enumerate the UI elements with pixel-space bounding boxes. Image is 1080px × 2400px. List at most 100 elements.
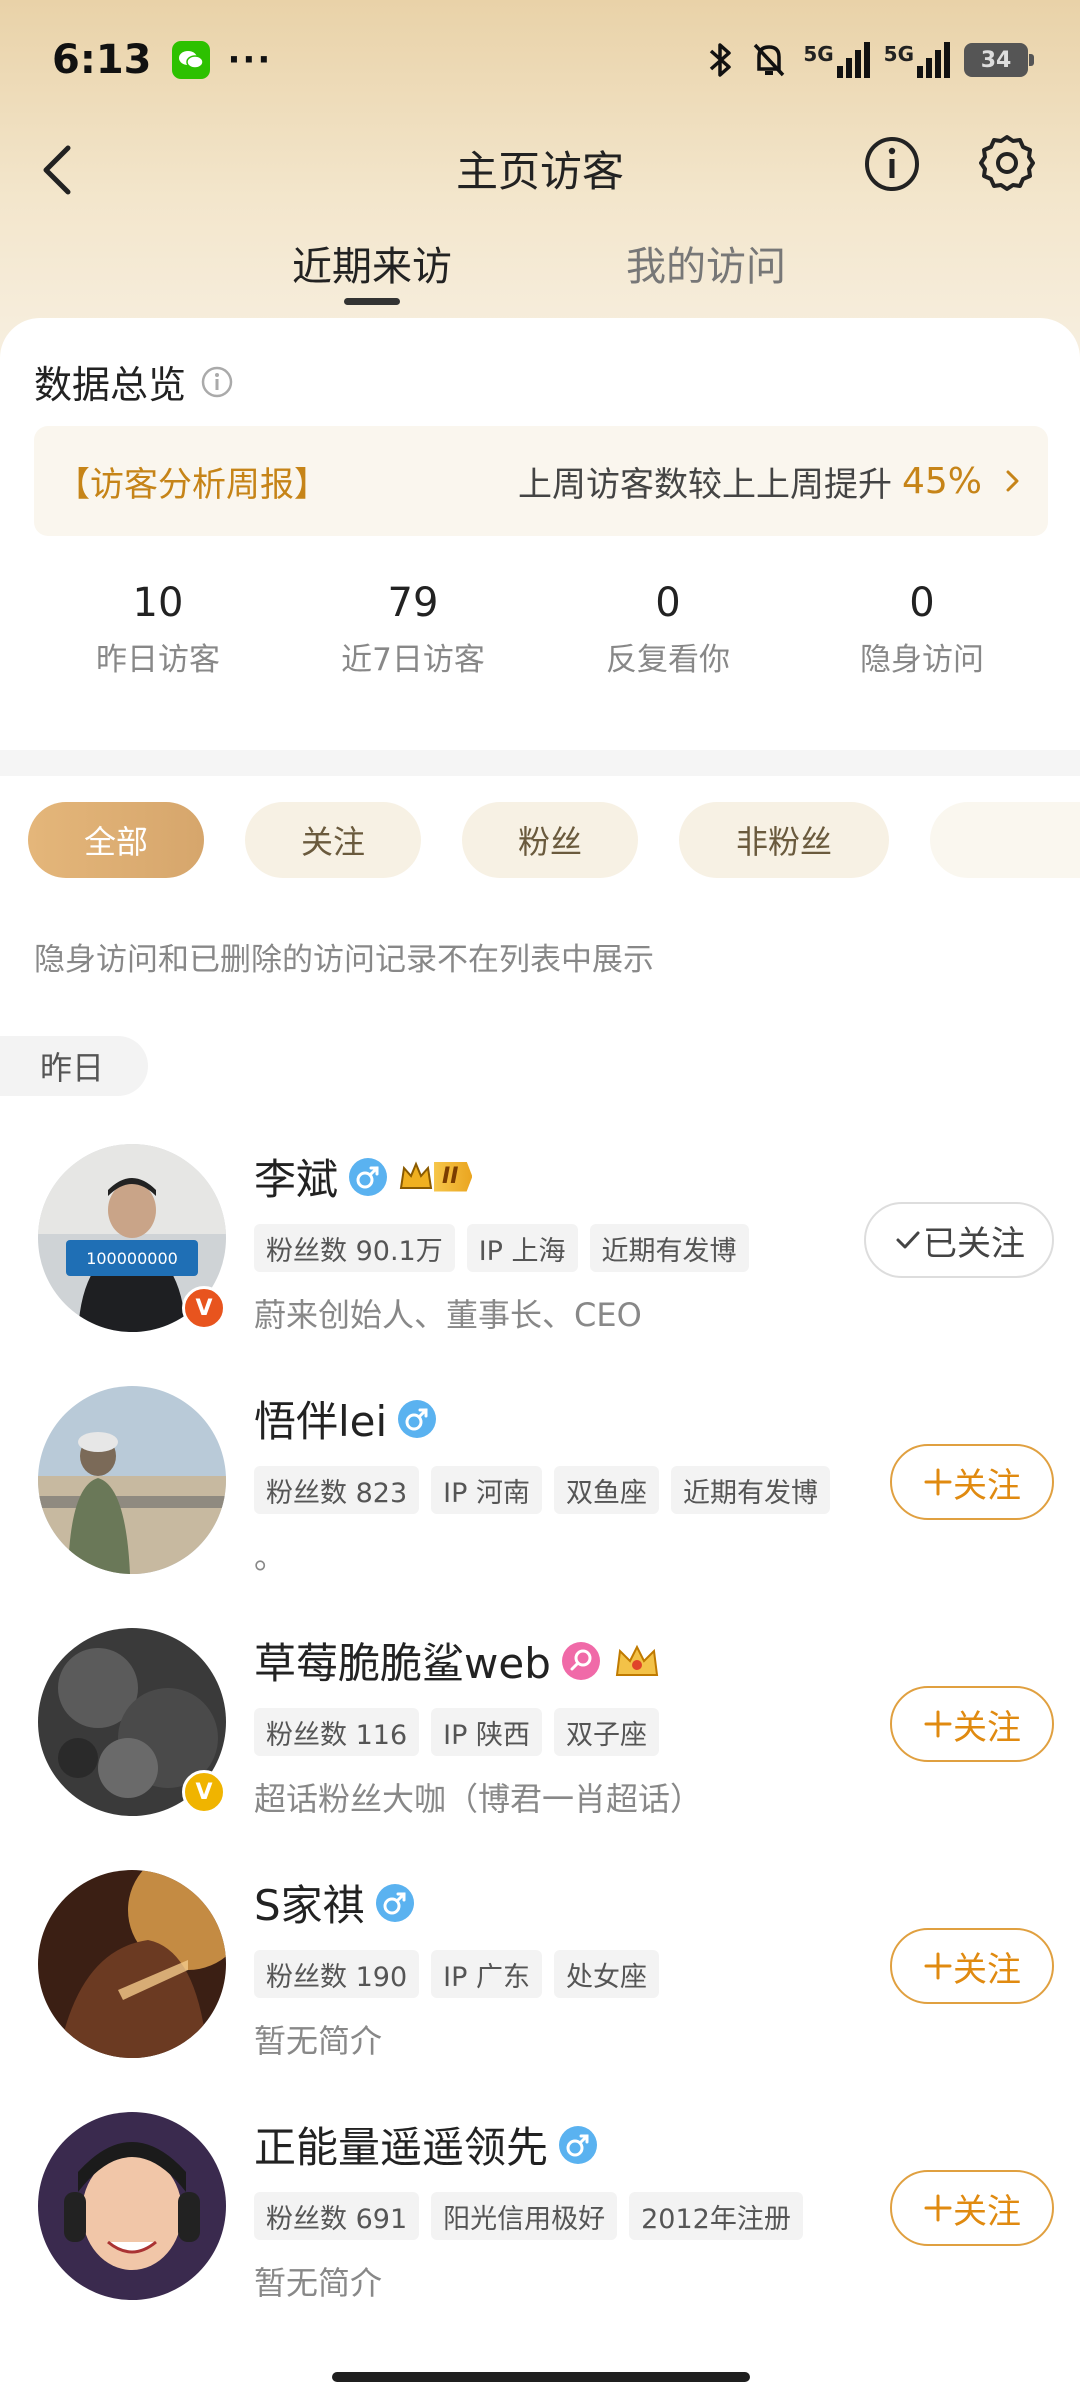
user-tags: 粉丝数 691 阳光信用极好 2012年注册 <box>254 2192 803 2240</box>
gear-icon <box>979 135 1035 191</box>
bluetooth-icon <box>710 43 732 77</box>
avatar[interactable] <box>38 2112 226 2300</box>
filter-following[interactable]: 关注 <box>245 802 421 878</box>
status-time: 6:13 <box>52 37 152 83</box>
list-notice: 隐身访问和已删除的访问记录不在列表中展示 <box>34 942 654 978</box>
user-tag: 粉丝数 823 <box>254 1466 420 1514</box>
user-tag: 处女座 <box>553 1950 659 1998</box>
follow-button[interactable]: 关注 <box>890 1928 1054 2004</box>
weekly-report-text: 上周访客数较上上周提升 <box>517 464 892 505</box>
day-group-label: 昨日 <box>0 1036 148 1096</box>
visitor-row[interactable]: 悟伴lei 粉丝数 823 IP 河南 双鱼座 近期有发博 。 关注 <box>0 1386 1080 1606</box>
user-tag: 阳光信用极好 <box>431 2192 618 2240</box>
filter-fans[interactable]: 粉丝 <box>462 802 638 878</box>
wechat-notification-icon <box>171 41 210 79</box>
user-bio: 暂无简介 <box>254 2264 383 2302</box>
user-name[interactable]: 正能量遥遥领先 <box>254 2114 548 2175</box>
follow-button-label: 关注 <box>953 2191 1021 2232</box>
check-icon <box>896 1231 920 1249</box>
verified-badge-icon: V <box>182 1286 226 1330</box>
user-tag: 粉丝数 190 <box>254 1950 420 1998</box>
female-icon <box>561 1641 600 1680</box>
visitor-row[interactable]: 正能量遥遥领先 粉丝数 691 阳光信用极好 2012年注册 暂无简介 关注 <box>0 2112 1080 2332</box>
stat-repeat-visits[interactable]: 0 反复看你 <box>538 580 798 679</box>
overview-title-text: 数据总览 <box>34 363 187 407</box>
filter-all[interactable]: 全部 <box>28 802 204 878</box>
male-icon <box>375 1883 414 1922</box>
user-name[interactable]: 李斌 <box>254 1146 338 1207</box>
avatar[interactable] <box>38 1870 226 2058</box>
home-indicator[interactable] <box>332 2372 750 2382</box>
crown-icon <box>615 1644 658 1676</box>
visitor-row[interactable]: V 草莓脆脆鲨web 粉丝数 116 IP 陕西 双子座 超话粉丝大咖（博君一肖… <box>0 1628 1080 1848</box>
visitor-row[interactable]: S家祺 粉丝数 190 IP 广东 处女座 暂无简介 关注 <box>0 1870 1080 2090</box>
filter-non-fans[interactable]: 非粉丝 <box>679 802 889 878</box>
user-tags: 粉丝数 116 IP 陕西 双子座 <box>254 1708 659 1756</box>
user-bio: 暂无简介 <box>254 2022 383 2060</box>
name-line: 正能量遥遥领先 <box>254 2114 598 2175</box>
weekly-report-percent: 45% <box>901 460 982 502</box>
info-icon <box>865 137 919 191</box>
member-crown-badge: II <box>398 1160 473 1194</box>
overview-info-icon[interactable] <box>200 365 234 399</box>
follow-button[interactable]: 关注 <box>890 1444 1054 1520</box>
weekly-report-banner[interactable]: 【访客分析周报】 上周访客数较上上周提升 45% <box>34 426 1048 536</box>
male-icon <box>398 1399 437 1438</box>
member-level: II <box>434 1161 473 1192</box>
filter-chips: 全部 关注 粉丝 非粉丝 <box>0 802 1080 882</box>
verified-badge-label: V <box>195 1779 213 1805</box>
visitor-row[interactable]: 100000000 V 李斌 II 粉丝数 90.1万 IP 上海 近期有发博 … <box>0 1144 1080 1364</box>
active-tab-indicator <box>344 298 400 305</box>
info-button[interactable] <box>862 134 922 194</box>
follow-button-label: 关注 <box>953 1949 1021 1990</box>
followed-button-label: 已关注 <box>923 1223 1025 1264</box>
stat-yesterday[interactable]: 10 昨日访客 <box>28 580 288 679</box>
settings-button[interactable] <box>976 132 1038 194</box>
follow-button-label: 关注 <box>953 1465 1021 1506</box>
overview-section-title: 数据总览 <box>34 354 234 409</box>
follow-button[interactable]: 关注 <box>890 2170 1054 2246</box>
stat-hidden-visits[interactable]: 0 隐身访问 <box>792 580 1052 679</box>
user-bio: 超话粉丝大咖（博君一肖超话） <box>254 1780 703 1818</box>
name-line: S家祺 <box>254 1872 415 1933</box>
user-tags: 粉丝数 90.1万 IP 上海 近期有发博 <box>254 1224 749 1272</box>
app-header: 主页访客 <box>0 120 1080 220</box>
stat-last-7-days[interactable]: 79 近7日访客 <box>283 580 543 679</box>
user-name[interactable]: S家祺 <box>254 1872 365 1933</box>
stat-value: 0 <box>909 580 935 626</box>
visitor-stats: 10 昨日访客 79 近7日访客 0 反复看你 0 隐身访问 <box>0 580 1080 720</box>
user-name[interactable]: 悟伴lei <box>254 1388 387 1449</box>
stat-label: 近7日访客 <box>341 642 485 678</box>
user-tag: 粉丝数 691 <box>254 2192 420 2240</box>
battery-icon: 34 <box>964 43 1034 77</box>
user-tag: 粉丝数 116 <box>254 1708 420 1756</box>
tab-recent-visits[interactable]: 近期来访 <box>292 234 452 292</box>
user-tag: 粉丝数 90.1万 <box>254 1224 455 1272</box>
plus-icon <box>924 2194 952 2222</box>
follow-button[interactable]: 关注 <box>890 1686 1054 1762</box>
weekly-report-label: 【访客分析周报】 <box>56 464 328 505</box>
stat-label: 反复看你 <box>606 642 730 678</box>
followed-button[interactable]: 已关注 <box>864 1202 1054 1278</box>
plus-icon <box>924 1468 952 1496</box>
tab-my-visits[interactable]: 我的访问 <box>626 234 786 292</box>
user-tags: 粉丝数 190 IP 广东 处女座 <box>254 1950 659 1998</box>
male-icon <box>559 2125 598 2164</box>
svg-text:100000000: 100000000 <box>86 1249 178 1268</box>
verified-badge-icon: V <box>182 1770 226 1814</box>
user-tag: 双子座 <box>553 1708 659 1756</box>
user-tags: 粉丝数 823 IP 河南 双鱼座 近期有发博 <box>254 1466 830 1514</box>
stat-label: 昨日访客 <box>96 642 220 678</box>
user-tag: IP 广东 <box>431 1950 542 1998</box>
crown-icon <box>399 1160 433 1189</box>
stat-value: 79 <box>387 580 439 626</box>
avatar[interactable] <box>38 1386 226 1574</box>
user-tag: IP 上海 <box>466 1224 578 1272</box>
chevron-right-icon <box>1006 470 1019 492</box>
follow-button-label: 关注 <box>953 1707 1021 1748</box>
filter-more[interactable] <box>930 802 1080 878</box>
user-name[interactable]: 草莓脆脆鲨web <box>254 1630 551 1691</box>
name-line: 草莓脆脆鲨web <box>254 1630 663 1691</box>
plus-icon <box>924 1952 952 1980</box>
verified-badge-label: V <box>195 1295 213 1321</box>
